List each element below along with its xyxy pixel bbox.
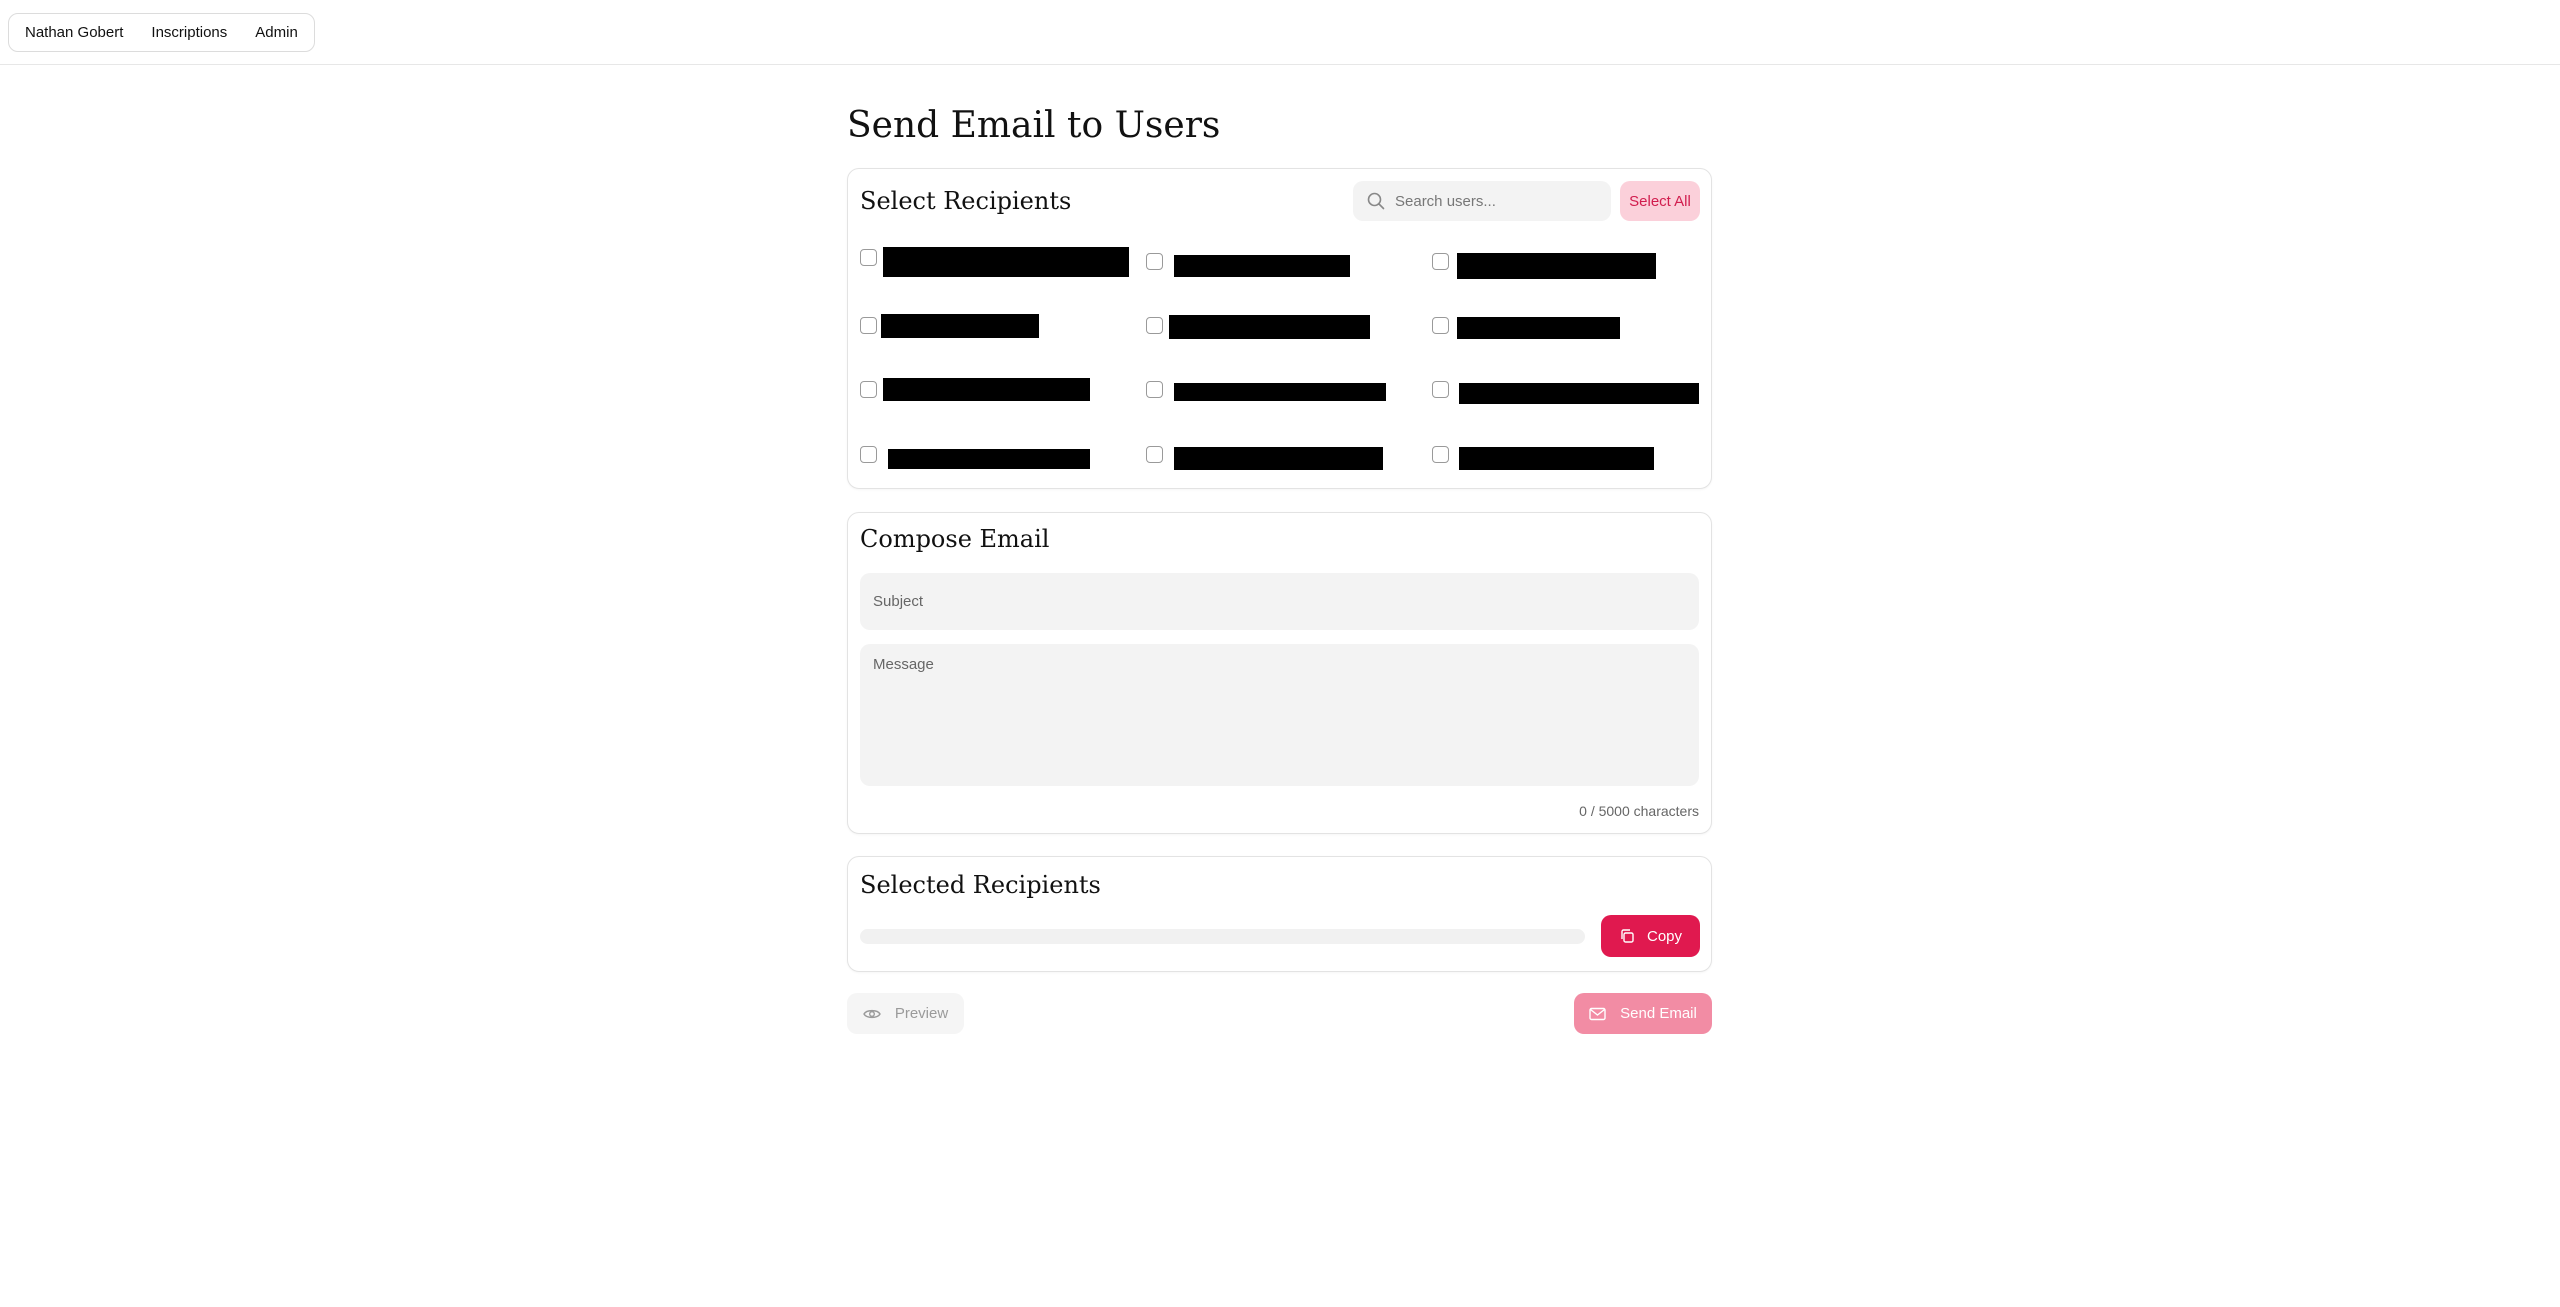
user-item[interactable] xyxy=(1146,314,1416,348)
preview-label: Preview xyxy=(894,1005,949,1022)
user-item[interactable] xyxy=(1432,443,1702,477)
compose-email-title: Compose Email xyxy=(860,525,1050,553)
user-item[interactable] xyxy=(1432,378,1707,412)
user-item[interactable] xyxy=(860,314,1130,348)
redacted-user-name xyxy=(1174,383,1386,401)
copy-button[interactable]: Copy xyxy=(1601,915,1700,957)
user-checkbox[interactable] xyxy=(1146,381,1163,398)
user-item[interactable] xyxy=(860,247,1130,281)
user-checkbox[interactable] xyxy=(860,249,877,266)
redacted-user-name xyxy=(1169,315,1370,339)
eye-icon xyxy=(863,1009,881,1018)
top-bar: Nathan Gobert Inscriptions Admin xyxy=(0,0,2560,65)
user-item[interactable] xyxy=(860,443,1130,477)
select-recipients-card: Select Recipients Select All xyxy=(847,168,1712,489)
user-checkbox[interactable] xyxy=(1146,253,1163,270)
user-checkbox[interactable] xyxy=(860,381,877,398)
main-content: Send Email to Users Select Recipients Se… xyxy=(847,100,1712,1034)
user-item[interactable] xyxy=(1432,314,1702,348)
copy-label: Copy xyxy=(1646,927,1683,945)
redacted-user-name xyxy=(888,449,1090,469)
send-email-label: Send Email xyxy=(1620,1005,1697,1022)
search-input[interactable] xyxy=(1393,191,1593,211)
nav-menu: Nathan Gobert Inscriptions Admin xyxy=(8,13,315,52)
redacted-user-name xyxy=(1457,317,1620,339)
redacted-user-name xyxy=(881,314,1039,338)
user-checkbox[interactable] xyxy=(860,446,877,463)
nav-item-user[interactable]: Nathan Gobert xyxy=(25,24,123,41)
redacted-user-name xyxy=(883,247,1129,277)
selected-recipients-field[interactable] xyxy=(860,929,1585,944)
user-item[interactable] xyxy=(1432,247,1702,281)
redacted-user-name xyxy=(1174,255,1350,277)
select-all-button[interactable]: Select All xyxy=(1620,181,1700,221)
select-recipients-title: Select Recipients xyxy=(860,187,1072,215)
nav-item-admin[interactable]: Admin xyxy=(255,24,298,41)
user-checkbox[interactable] xyxy=(1146,317,1163,334)
copy-icon xyxy=(1621,929,1634,943)
search-icon xyxy=(1367,192,1385,210)
mail-icon xyxy=(1589,1007,1606,1020)
user-item[interactable] xyxy=(1146,378,1416,412)
user-item[interactable] xyxy=(1146,247,1416,281)
preview-button[interactable]: Preview xyxy=(847,993,964,1034)
selected-recipients-title: Selected Recipients xyxy=(860,871,1101,899)
user-checkbox[interactable] xyxy=(1146,446,1163,463)
redacted-user-name xyxy=(1459,447,1654,470)
selected-recipients-card: Selected Recipients Copy xyxy=(847,856,1712,972)
subject-input[interactable] xyxy=(860,573,1699,630)
message-input[interactable] xyxy=(860,644,1699,786)
search-box[interactable] xyxy=(1353,181,1611,221)
compose-email-card: Compose Email 0 / 5000 characters xyxy=(847,512,1712,834)
user-checkbox[interactable] xyxy=(1432,381,1449,398)
send-email-button[interactable]: Send Email xyxy=(1574,993,1712,1034)
redacted-user-name xyxy=(1459,383,1699,404)
character-count: 0 / 5000 characters xyxy=(1579,803,1699,819)
page-title: Send Email to Users xyxy=(847,105,1221,146)
redacted-user-name xyxy=(1174,447,1383,470)
user-item[interactable] xyxy=(1146,443,1416,477)
user-checkbox[interactable] xyxy=(1432,446,1449,463)
user-checkbox[interactable] xyxy=(1432,253,1449,270)
user-checkbox[interactable] xyxy=(860,317,877,334)
user-item[interactable] xyxy=(860,378,1130,412)
user-checkbox[interactable] xyxy=(1432,317,1449,334)
redacted-user-name xyxy=(1457,253,1656,279)
nav-item-inscriptions[interactable]: Inscriptions xyxy=(151,24,227,41)
redacted-user-name xyxy=(883,378,1090,401)
